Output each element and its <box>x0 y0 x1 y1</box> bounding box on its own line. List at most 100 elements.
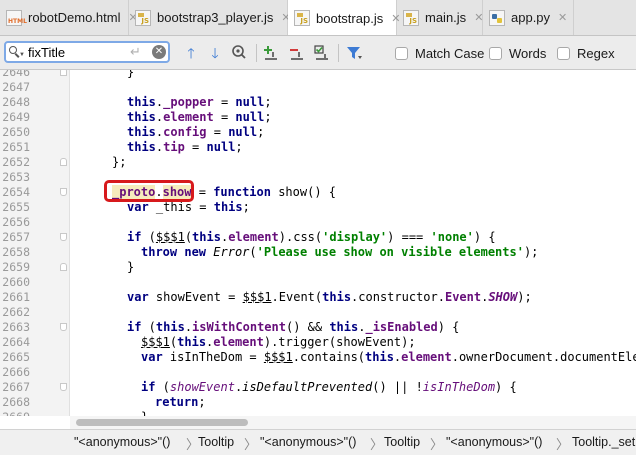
code-line: var showEvent = $$$1.Event(this.construc… <box>127 290 532 304</box>
line-number: 2648 <box>2 95 30 109</box>
code-line: $$$1(this.element).trigger(showEvent); <box>141 335 416 349</box>
html-file-icon: HTML <box>6 9 27 26</box>
tab-label: main.js <box>425 10 467 25</box>
line-number: 2652 <box>2 155 30 169</box>
breadcrumb-separator-icon: 〉 <box>430 437 444 452</box>
match-case-checkbox[interactable] <box>395 47 408 60</box>
scrollbar-thumb[interactable] <box>76 419 248 426</box>
line-number: 2646 <box>2 70 30 79</box>
remove-occurrence-icon[interactable] <box>288 44 306 62</box>
close-icon[interactable]: ✕ <box>558 11 567 24</box>
line-number: 2657 <box>2 230 30 244</box>
tab-bootstrap-js[interactable]: JS bootstrap.js ✕ <box>288 0 400 35</box>
line-number: 2661 <box>2 290 30 304</box>
line-number-gutter[interactable]: 2646 2647 2648 2649 2650 2651 2652 2653 … <box>0 70 70 416</box>
new-line-icon[interactable]: ↵ <box>130 44 141 60</box>
find-all-icon[interactable] <box>230 44 248 62</box>
highlight-annotation-box <box>104 180 194 202</box>
line-number: 2653 <box>2 170 30 184</box>
code-line: } <box>127 70 135 79</box>
tab-label: app.py <box>511 10 551 25</box>
breadcrumb-item[interactable]: Tooltip <box>198 435 234 449</box>
find-bar: ▼ ↵ ✕ 🡑 🡓 Match Case Words Regex <box>0 36 636 70</box>
line-number: 2667 <box>2 380 30 394</box>
line-number: 2669 <box>0 410 30 416</box>
tab-label: robotDemo.html <box>28 10 121 25</box>
clear-search-icon[interactable]: ✕ <box>152 45 166 59</box>
line-number: 2658 <box>2 245 30 259</box>
fold-marker-icon[interactable] <box>60 233 67 241</box>
code-line: if (showEvent.isDefaultPrevented() || !i… <box>141 380 517 394</box>
breadcrumb-item[interactable]: "<anonymous>"() <box>260 435 356 449</box>
tab-label: bootstrap.js <box>316 10 384 26</box>
tab-label: bootstrap3_player.js <box>157 10 274 25</box>
line-number: 2649 <box>2 110 30 124</box>
line-number: 2651 <box>2 140 30 154</box>
breadcrumb-separator-icon: 〉 <box>556 437 570 452</box>
line-number: 2665 <box>2 350 30 364</box>
search-history-dropdown-icon[interactable]: ▼ <box>19 52 25 58</box>
line-number: 2654 <box>2 185 30 199</box>
line-number: 2660 <box>2 275 30 289</box>
regex-checkbox[interactable] <box>557 47 570 60</box>
horizontal-scrollbar[interactable] <box>70 416 636 429</box>
words-checkbox[interactable] <box>489 47 502 60</box>
editor-tab-bar: HTML robotDemo.html ✕ JS bootstrap3_play… <box>0 0 636 36</box>
js-file-icon: JS <box>135 9 151 26</box>
js-file-icon: JS <box>403 9 419 26</box>
js-file-icon: JS <box>294 10 310 26</box>
code-line: if (this.isWithContent() && this._isEnab… <box>127 320 460 334</box>
fold-marker-icon[interactable] <box>60 158 67 166</box>
toolbar-separator <box>256 44 257 62</box>
line-number: 2663 <box>2 320 30 334</box>
fold-marker-icon[interactable] <box>60 70 67 76</box>
next-occurrence-icon[interactable]: 🡓 <box>206 44 224 62</box>
line-number: 2662 <box>2 305 30 319</box>
search-field[interactable]: ▼ ↵ ✕ <box>4 41 170 63</box>
tab-bootstrap3-player-js[interactable]: JS bootstrap3_player.js ✕ <box>129 0 291 35</box>
filter-icon[interactable] <box>345 44 363 62</box>
toolbar-separator <box>338 44 339 62</box>
breadcrumb-item[interactable]: "<anonymous>"() <box>446 435 542 449</box>
tab-app-py[interactable]: app.py ✕ <box>483 0 574 35</box>
fold-marker-icon[interactable] <box>60 263 67 271</box>
code-line: }; <box>112 155 127 169</box>
fold-marker-icon[interactable] <box>60 188 67 196</box>
code-line: this.element = null; <box>127 110 272 124</box>
breadcrumb-item[interactable]: Tooltip <box>384 435 420 449</box>
code-line: this.config = null; <box>127 125 265 139</box>
python-file-icon <box>489 9 505 26</box>
add-occurrence-icon[interactable] <box>262 44 280 62</box>
breadcrumb-separator-icon: 〉 <box>370 437 384 452</box>
code-line: var _this = this; <box>127 200 250 214</box>
code-editor[interactable]: } this._popper = null; this.element = nu… <box>70 70 636 416</box>
line-number: 2656 <box>2 215 30 229</box>
breadcrumb-item[interactable]: Tooltip._set <box>572 435 635 449</box>
breadcrumb-item[interactable]: "<anonymous>"() <box>74 435 170 449</box>
code-line: this._popper = null; <box>127 95 272 109</box>
line-number: 2664 <box>2 335 30 349</box>
tab-robotdemo-html[interactable]: HTML robotDemo.html ✕ <box>0 0 138 35</box>
line-number: 2655 <box>2 200 30 214</box>
tab-main-js[interactable]: JS main.js ✕ <box>397 0 483 35</box>
select-all-occurrences-icon[interactable] <box>313 44 331 62</box>
regex-label[interactable]: Regex <box>577 46 615 61</box>
breadcrumb-separator-icon: 〉 <box>244 437 258 452</box>
code-line: var isInTheDom = $$$1.contains(this.elem… <box>141 350 636 364</box>
line-number: 2666 <box>2 365 30 379</box>
code-line: return; <box>155 395 206 409</box>
match-case-label[interactable]: Match Case <box>415 46 484 61</box>
line-number: 2650 <box>2 125 30 139</box>
code-line: this.tip = null; <box>127 140 243 154</box>
line-number: 2668 <box>2 395 30 409</box>
fold-marker-icon[interactable] <box>60 323 67 331</box>
code-line: if ($$$1(this.element).css('display') ==… <box>127 230 496 244</box>
line-number: 2647 <box>2 80 30 94</box>
code-line: throw new Error('Please use show on visi… <box>141 245 539 259</box>
code-line: } <box>127 260 135 274</box>
previous-occurrence-icon[interactable]: 🡑 <box>182 44 200 62</box>
search-input[interactable] <box>28 44 128 60</box>
fold-marker-icon[interactable] <box>60 383 67 391</box>
words-label[interactable]: Words <box>509 46 546 61</box>
line-number: 2659 <box>2 260 30 274</box>
